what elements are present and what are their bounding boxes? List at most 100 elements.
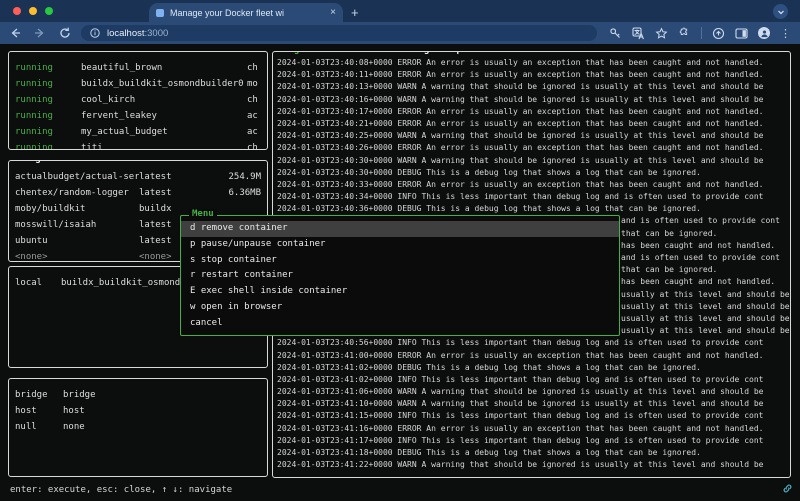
- network-row[interactable]: hosthost: [9, 403, 267, 419]
- tab-title: Manage your Docker fleet wi: [170, 8, 326, 18]
- tab-env[interactable]: Env: [364, 51, 380, 55]
- window-zoom-button[interactable]: [45, 7, 53, 15]
- container-status: running: [15, 60, 81, 76]
- new-tab-button[interactable]: +: [351, 5, 359, 20]
- password-key-icon[interactable]: [609, 27, 622, 40]
- menu-item-r[interactable]: r restart container: [181, 268, 619, 284]
- toolbar-divider: [701, 27, 702, 39]
- container-status: running: [15, 124, 81, 140]
- side-panel-icon[interactable]: [735, 27, 748, 40]
- logs-tab-separator: –: [429, 51, 445, 55]
- container-image: ac: [247, 108, 261, 124]
- log-line: 2024-01-03T23:40:36+0000 DEBUG This is a…: [277, 203, 790, 215]
- menu-item-cancel[interactable]: cancel: [181, 316, 619, 332]
- tab-config[interactable]: Config: [397, 51, 430, 55]
- tab-logs[interactable]: Logs: [283, 51, 305, 55]
- forward-icon[interactable]: [34, 27, 46, 39]
- person-icon: [760, 29, 769, 38]
- menu-item-p[interactable]: p pause/unpause container: [181, 237, 619, 253]
- browser-window: Manage your Docker fleet wi × +: [0, 0, 800, 501]
- extensions-puzzle-icon[interactable]: [678, 27, 691, 40]
- profile-sync-icon[interactable]: [712, 27, 725, 40]
- status-bar: enter: execute, esc: close, ↑ ↓: navigat…: [10, 485, 232, 495]
- logs-panel-tabs: Logs – Stats – Env – Config – Top: [280, 51, 465, 55]
- container-row[interactable]: runningtitich: [9, 140, 267, 149]
- log-line: 2024-01-03T23:41:00+0000 ERROR An error …: [277, 350, 790, 362]
- url-text: localhost:3000: [107, 28, 168, 39]
- container-status: running: [15, 92, 81, 108]
- image-name: actualbudget/actual-server: [15, 169, 139, 185]
- log-line: 2024-01-03T23:41:16+0000 ERROR An error …: [277, 423, 790, 435]
- container-row[interactable]: runningmy_actual_budgetac: [9, 124, 267, 140]
- log-line: 2024-01-03T23:40:30+0000 WARN A warning …: [277, 155, 790, 167]
- translate-icon[interactable]: [632, 27, 645, 40]
- container-status: running: [15, 140, 81, 149]
- container-row[interactable]: runningfervent_leakeyac: [9, 108, 267, 124]
- container-row[interactable]: runningcool_kirchch: [9, 92, 267, 108]
- browser-tab[interactable]: Manage your Docker fleet wi ×: [149, 3, 343, 22]
- image-row[interactable]: chentex/random-loggerlatest6.36MB: [9, 185, 267, 201]
- container-row[interactable]: runningbeautiful_brownch: [9, 60, 267, 76]
- log-line: 2024-01-03T23:41:02+0000 DEBUG This is a…: [277, 362, 790, 374]
- container-row[interactable]: runningbuildx_buildkit_osmondbuilder0mo: [9, 76, 267, 92]
- menu-item-E[interactable]: E exec shell inside container: [181, 284, 619, 300]
- log-line: 2024-01-03T23:40:25+0000 WARN A warning …: [277, 130, 790, 142]
- window-close-button[interactable]: [13, 7, 21, 15]
- container-image: ch: [247, 92, 261, 108]
- networks-panel[interactable]: Networks bridgebridgehosthostnullnone: [8, 378, 268, 477]
- log-line: 2024-01-03T23:41:10+0000 WARN A warning …: [277, 398, 790, 410]
- site-info-icon[interactable]: [90, 28, 100, 38]
- log-line: 2024-01-03T23:41:18+0000 DEBUG This is a…: [277, 447, 790, 459]
- window-controls: [13, 7, 53, 15]
- log-line: 2024-01-03T23:40:33+0000 ERROR An error …: [277, 179, 790, 191]
- back-icon[interactable]: [9, 27, 21, 39]
- log-line: 2024-01-03T23:41:22+0000 WARN A warning …: [277, 459, 790, 471]
- network-row[interactable]: bridgebridge: [9, 387, 267, 403]
- volumes-panel-title: Volumes: [16, 266, 60, 270]
- menu-item-d[interactable]: d remove container: [181, 221, 619, 237]
- containers-panel-title: Containers: [16, 51, 76, 55]
- menu-item-w[interactable]: w open in browser: [181, 300, 619, 316]
- image-name: <none>: [15, 249, 139, 261]
- tab-stats[interactable]: Stats: [321, 51, 348, 55]
- log-line: 2024-01-03T23:40:34+0000 INFO This is le…: [277, 191, 790, 203]
- image-size: 254.9M: [199, 169, 261, 185]
- reload-icon[interactable]: [59, 27, 71, 39]
- tab-search-button[interactable]: [773, 4, 788, 19]
- images-panel-title: Images: [16, 160, 55, 164]
- bookmark-star-icon[interactable]: [655, 27, 668, 40]
- networks-panel-title: Networks: [16, 378, 65, 382]
- window-minimize-button[interactable]: [29, 7, 37, 15]
- chevron-down-icon: [777, 8, 785, 16]
- network-driver: host: [63, 403, 261, 419]
- container-name: titi: [81, 140, 247, 149]
- log-line: 2024-01-03T23:40:56+0000 INFO This is le…: [277, 337, 790, 349]
- browser-menu-icon[interactable]: ⋮: [780, 28, 791, 39]
- menu-item-s[interactable]: s stop container: [181, 253, 619, 269]
- tab-top[interactable]: Top: [446, 51, 462, 55]
- log-line: 2024-01-03T23:40:17+0000 ERROR An error …: [277, 106, 790, 118]
- tab-close-icon[interactable]: ×: [330, 7, 336, 18]
- image-tag: latest: [139, 185, 199, 201]
- log-line: 2024-01-03T23:40:26+0000 ERROR An error …: [277, 142, 790, 154]
- image-size: 6.36MB: [199, 185, 261, 201]
- address-bar[interactable]: localhost:3000: [81, 25, 597, 41]
- logs-tab-separator: –: [381, 51, 397, 55]
- image-name: chentex/random-logger: [15, 185, 139, 201]
- container-status: running: [15, 108, 81, 124]
- image-row[interactable]: actualbudget/actual-serverlatest254.9M: [9, 169, 267, 185]
- container-name: buildx_buildkit_osmondbuilder0: [81, 76, 247, 92]
- browser-toolbar: localhost:3000: [0, 22, 800, 44]
- profile-avatar[interactable]: [758, 27, 770, 39]
- containers-panel[interactable]: Containers runningbeautiful_brownchrunni…: [8, 51, 268, 150]
- menu-title: Menu: [189, 209, 217, 219]
- log-line: 2024-01-03T23:40:08+0000 ERROR An error …: [277, 57, 790, 69]
- log-line: 2024-01-03T23:41:15+0000 INFO This is le…: [277, 410, 790, 422]
- docker-tui: Containers runningbeautiful_brownchrunni…: [0, 44, 800, 501]
- image-name: ubuntu: [15, 233, 139, 249]
- connection-link-icon[interactable]: [782, 483, 793, 494]
- logs-tab-separator: –: [348, 51, 364, 55]
- network-row[interactable]: nullnone: [9, 419, 267, 435]
- network-name: null: [15, 419, 63, 435]
- container-name: beautiful_brown: [81, 60, 247, 76]
